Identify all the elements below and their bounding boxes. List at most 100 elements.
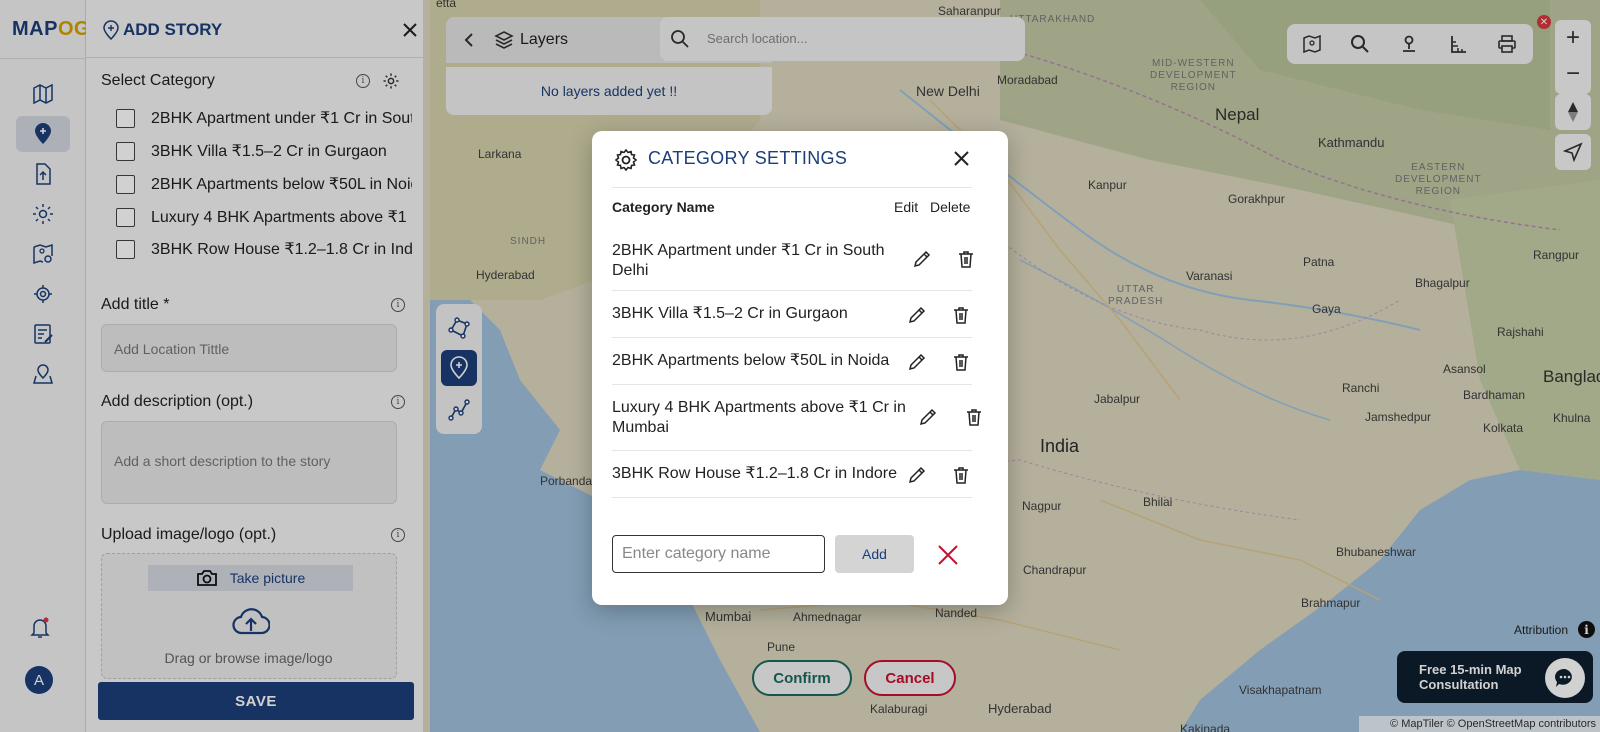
checkbox[interactable]: [116, 141, 135, 161]
zoom-control: + −: [1555, 20, 1591, 94]
chat-button[interactable]: [1545, 658, 1585, 698]
search-input[interactable]: Search location...: [707, 31, 807, 46]
print-icon[interactable]: [1497, 34, 1517, 54]
close-icon[interactable]: [403, 23, 417, 37]
edit-pencil-icon[interactable]: [907, 465, 927, 485]
category-checkbox-row[interactable]: Luxury 4 BHK Apartments above ₹1 Cr in M…: [116, 206, 412, 228]
checkbox[interactable]: [116, 239, 135, 259]
search-bar[interactable]: Search location...: [660, 17, 1025, 61]
map-label: REGION: [1415, 186, 1462, 197]
checkbox[interactable]: [116, 108, 135, 128]
user-avatar[interactable]: A: [25, 666, 53, 694]
map-label: Kanpur: [1088, 178, 1127, 192]
info-icon[interactable]: i: [391, 298, 405, 312]
layers-title: Layers: [520, 31, 569, 48]
clear-x-icon[interactable]: [937, 544, 959, 566]
attribution-label[interactable]: Attribution: [1514, 623, 1568, 637]
map-label: Kalaburagi: [870, 702, 928, 716]
polygon-tool-button[interactable]: [441, 310, 477, 346]
edit-pencil-icon[interactable]: [918, 407, 938, 427]
category-label: 2BHK Apartments below ₹50L in Noida: [151, 176, 412, 193]
edit-pencil-icon[interactable]: [907, 305, 927, 325]
line-tool-button[interactable]: [441, 392, 477, 428]
map-label: UTTAR: [1116, 284, 1155, 295]
category-checkbox-row[interactable]: 3BHK Row House ₹1.2–1.8 Cr in Indore: [116, 238, 412, 260]
trash-icon[interactable]: [956, 249, 976, 269]
category-name-input[interactable]: Enter category name: [612, 535, 825, 573]
zoom-in-button[interactable]: +: [1555, 20, 1591, 56]
map-toolbar: [1287, 24, 1533, 64]
map-label: Kakinada: [1180, 722, 1231, 732]
mapog-logo[interactable]: MAPOG: [12, 18, 90, 41]
map-label: Bhagalpur: [1415, 276, 1470, 290]
consult-line2: Consultation: [1419, 677, 1499, 692]
save-button[interactable]: SAVE: [98, 682, 414, 720]
category-checkbox-row[interactable]: 2BHK Apartments below ₹50L in Noida: [116, 173, 412, 195]
take-picture-button[interactable]: Take picture: [148, 565, 353, 591]
rail-map-button[interactable]: [16, 76, 70, 112]
locate-me-button[interactable]: [1555, 134, 1591, 170]
info-icon[interactable]: i: [391, 528, 405, 542]
map-attribution: © MapTiler © OpenStreetMap contributors: [1359, 716, 1600, 732]
edit-pencil-icon[interactable]: [907, 352, 927, 372]
rail-form-button[interactable]: [16, 316, 70, 352]
trash-icon[interactable]: [951, 352, 971, 372]
location-pin-icon[interactable]: [1399, 34, 1419, 54]
trash-icon[interactable]: [964, 407, 984, 427]
rail-map-settings-button[interactable]: [16, 236, 70, 272]
checkbox[interactable]: [116, 174, 135, 194]
map-label: REGION: [1170, 82, 1217, 93]
map-icon: [33, 83, 53, 105]
icon-rail: MAPOG A: [0, 0, 98, 732]
checkbox[interactable]: [116, 207, 135, 227]
back-icon[interactable]: [462, 32, 478, 48]
consultation-widget[interactable]: Free 15-min Map Consultation: [1397, 651, 1593, 703]
map-label: MID-WESTERN: [1151, 58, 1235, 69]
map-label: Gaya: [1312, 302, 1341, 316]
category-checkbox-row[interactable]: 2BHK Apartment under ₹1 Cr in South Delh…: [116, 107, 412, 129]
rail-upload-button[interactable]: [16, 156, 70, 192]
attribution-info-icon[interactable]: i: [1578, 621, 1595, 638]
map-view-icon[interactable]: [1302, 34, 1322, 54]
search-map-icon[interactable]: [1350, 34, 1370, 54]
add-description-label: Add description (opt.): [101, 393, 254, 410]
title-placeholder: Add Location Tittle: [114, 341, 230, 357]
gear-icon: [33, 204, 53, 224]
edit-pencil-icon[interactable]: [912, 249, 932, 269]
trash-icon[interactable]: [951, 465, 971, 485]
add-category-button[interactable]: Add: [835, 535, 914, 573]
map-label: EASTERN: [1411, 162, 1466, 173]
notification-bell-icon[interactable]: [30, 617, 50, 639]
map-label: Patna: [1303, 255, 1335, 269]
trash-icon[interactable]: [951, 305, 971, 325]
info-icon[interactable]: i: [391, 395, 405, 409]
category-settings-gear-icon[interactable]: [382, 72, 400, 90]
cancel-button[interactable]: Cancel: [864, 660, 956, 696]
category-checkbox-row[interactable]: 3BHK Villa ₹1.5–2 Cr in Gurgaon: [116, 140, 412, 162]
zoom-out-button[interactable]: −: [1555, 56, 1591, 92]
toolbar-close-icon[interactable]: ✕: [1537, 15, 1551, 29]
category-name-cont: Delhi: [612, 262, 649, 279]
map-label: Larkana: [478, 147, 522, 161]
title-input[interactable]: Add Location Tittle: [101, 324, 397, 372]
take-picture-label: Take picture: [229, 570, 306, 586]
confirm-button[interactable]: Confirm: [752, 660, 852, 696]
map-label: Kolkata: [1483, 421, 1524, 435]
map-label: Kathmandu: [1318, 135, 1385, 150]
compass-icon: [1568, 102, 1578, 122]
story-pin-icon: [35, 123, 51, 144]
upload-dropzone[interactable]: Take picture Drag or browse image/logo: [101, 553, 397, 679]
compass-button[interactable]: [1555, 94, 1591, 130]
rail-location-button[interactable]: [16, 356, 70, 392]
point-tool-button[interactable]: [441, 350, 477, 386]
measure-icon[interactable]: [1448, 34, 1468, 54]
info-icon[interactable]: i: [356, 74, 370, 88]
rail-settings-button[interactable]: [16, 196, 70, 232]
rail-story-button[interactable]: [16, 116, 70, 152]
close-icon[interactable]: [954, 151, 969, 166]
map-label: Nepal: [1215, 105, 1260, 124]
map-label: Hyderabad: [476, 268, 535, 282]
rail-config-button[interactable]: [16, 276, 70, 312]
description-textarea[interactable]: Add a short description to the story: [101, 421, 397, 504]
column-header-name: Category Name: [612, 199, 715, 215]
